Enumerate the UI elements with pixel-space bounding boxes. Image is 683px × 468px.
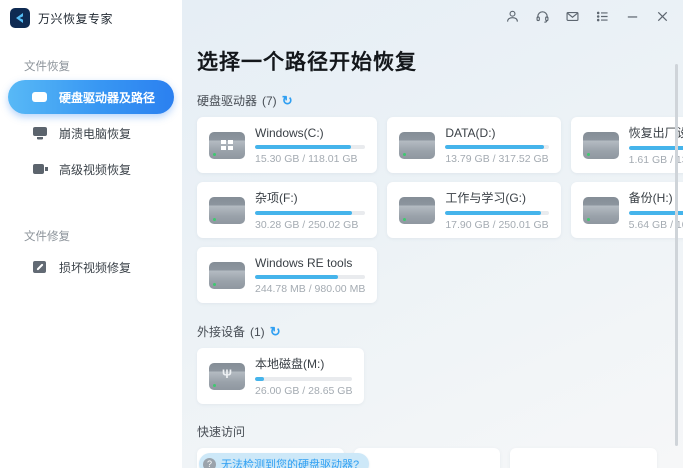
app-logo-icon xyxy=(10,8,30,28)
close-icon[interactable] xyxy=(654,8,671,25)
drive-card[interactable]: 工作与学习(G:) 17.90 GB / 250.01 GB xyxy=(387,182,560,238)
sidebar-item[interactable]: 硬盘驱动器及路径 xyxy=(8,80,174,114)
drive-name: 杂项(F:) xyxy=(255,189,365,206)
refresh-icon[interactable]: ↻ xyxy=(270,325,281,338)
drive-name: 本地磁盘(M:) xyxy=(255,355,352,372)
sidebar-item[interactable]: 高级视频恢复 xyxy=(8,152,174,186)
account-icon[interactable] xyxy=(504,8,521,25)
video-recovery-icon xyxy=(32,162,48,176)
drive-card[interactable]: Windows(C:) 15.30 GB / 118.01 GB xyxy=(197,117,377,173)
external-devices-count: (1) xyxy=(250,325,265,339)
drive-info: Windows RE tools 244.78 MB / 980.00 MB xyxy=(255,256,365,295)
drive-size: 13.79 GB / 317.52 GB xyxy=(445,153,548,165)
drive-name: 工作与学习(G:) xyxy=(445,189,548,206)
scrollbar-thumb[interactable] xyxy=(675,64,678,446)
drive-size: 244.78 MB / 980.00 MB xyxy=(255,283,365,295)
drive-card[interactable]: 恢复出厂设置(E:) 1.61 GB / 13.65 GB xyxy=(571,117,683,173)
drive-name: DATA(D:) xyxy=(445,126,548,140)
sidebar-item-label: 崩溃电脑恢复 xyxy=(59,125,131,142)
drive-usage-bar xyxy=(445,145,548,149)
drive-info: 杂项(F:) 30.28 GB / 250.02 GB xyxy=(255,189,365,231)
minimize-icon[interactable] xyxy=(624,8,641,25)
plain-drive-icon xyxy=(583,132,619,159)
main-panel: 选择一个路径开始恢复 硬盘驱动器 (7) ↻ Windows(C:) 15.30… xyxy=(182,0,683,468)
hard-drives-grid: Windows(C:) 15.30 GB / 118.01 GB DATA(D:… xyxy=(197,117,657,303)
sidebar: 万兴恢复专家 文件恢复 硬盘驱动器及路径 崩溃电脑恢复 高级视频恢复 文件修复 … xyxy=(0,0,182,468)
support-headset-icon[interactable] xyxy=(534,8,551,25)
crashed-computer-icon xyxy=(32,126,48,140)
sidebar-item[interactable]: 损坏视频修复 xyxy=(8,250,174,284)
menu-list-icon[interactable] xyxy=(594,8,611,25)
drive-usage-bar xyxy=(255,211,365,215)
sidebar-nav-repair: 损坏视频修复 xyxy=(0,250,182,284)
drive-usage-bar xyxy=(255,145,365,149)
video-repair-icon xyxy=(32,260,48,274)
drive-usage-bar xyxy=(255,275,365,279)
drive-usage-bar xyxy=(255,377,352,381)
plain-drive-icon xyxy=(209,197,245,224)
plain-drive-icon xyxy=(399,197,435,224)
sidebar-section-file-recovery: 文件恢复 xyxy=(0,58,182,74)
drive-info: 工作与学习(G:) 17.90 GB / 250.01 GB xyxy=(445,189,548,231)
hard-drives-label: 硬盘驱动器 xyxy=(197,92,257,109)
drive-size: 17.90 GB / 250.01 GB xyxy=(445,219,548,231)
hard-drive-icon xyxy=(32,90,48,104)
sidebar-nav-recovery: 硬盘驱动器及路径 崩溃电脑恢复 高级视频恢复 xyxy=(0,80,182,186)
sidebar-item[interactable]: 崩溃电脑恢复 xyxy=(8,116,174,150)
drive-usage-fill xyxy=(255,211,352,215)
quick-access-header: 快速访问 xyxy=(197,423,657,440)
plain-drive-icon xyxy=(583,197,619,224)
plain-drive-icon xyxy=(399,132,435,159)
drive-size: 15.30 GB / 118.01 GB xyxy=(255,153,365,165)
drive-usage-fill xyxy=(445,145,544,149)
external-devices-label: 外接设备 xyxy=(197,323,245,340)
drive-card[interactable]: DATA(D:) 13.79 GB / 317.52 GB xyxy=(387,117,560,173)
drive-size: 26.00 GB / 28.65 GB xyxy=(255,385,352,397)
drive-usage-bar xyxy=(445,211,548,215)
quick-access-label: 快速访问 xyxy=(197,423,245,440)
sidebar-section-file-repair: 文件修复 xyxy=(0,228,182,244)
logo-row: 万兴恢复专家 xyxy=(0,0,182,28)
feedback-mail-icon[interactable] xyxy=(564,8,581,25)
drive-size: 30.28 GB / 250.02 GB xyxy=(255,219,365,231)
drive-card[interactable]: Windows RE tools 244.78 MB / 980.00 MB xyxy=(197,247,377,303)
windows-drive-icon xyxy=(209,132,245,159)
drive-card[interactable]: 本地磁盘(M:) 26.00 GB / 28.65 GB xyxy=(197,348,364,404)
external-devices-header: 外接设备 (1) ↻ xyxy=(197,323,657,340)
refresh-icon[interactable]: ↻ xyxy=(282,94,293,107)
drive-info: 本地磁盘(M:) 26.00 GB / 28.65 GB xyxy=(255,355,352,397)
drive-not-detected-link[interactable]: ? 无法检测到您的硬盘驱动器? xyxy=(199,453,369,468)
external-devices-grid: 本地磁盘(M:) 26.00 GB / 28.65 GB xyxy=(197,348,657,404)
app-title: 万兴恢复专家 xyxy=(38,10,113,27)
drive-usage-fill xyxy=(255,377,264,381)
page-title: 选择一个路径开始恢复 xyxy=(197,46,657,76)
sidebar-item-label: 硬盘驱动器及路径 xyxy=(59,89,155,106)
sidebar-item-label: 高级视频恢复 xyxy=(59,161,131,178)
drive-card[interactable]: 杂项(F:) 30.28 GB / 250.02 GB xyxy=(197,182,377,238)
drive-name: Windows(C:) xyxy=(255,126,365,140)
quick-access-card[interactable]: 桌面 xyxy=(354,448,501,468)
drive-info: DATA(D:) 13.79 GB / 317.52 GB xyxy=(445,126,548,165)
hard-drives-count: (7) xyxy=(262,94,277,108)
quick-access-card[interactable]: 选择文件夹 xyxy=(510,448,657,468)
drive-usage-fill xyxy=(445,211,541,215)
quick-access-wrap: ? 无法检测到您的硬盘驱动器? 回收站 桌面 选择文件夹 xyxy=(197,448,657,468)
drive-usage-fill xyxy=(255,145,351,149)
usb-drive-icon xyxy=(209,363,245,390)
sidebar-item-label: 损坏视频修复 xyxy=(59,259,131,276)
drive-info: Windows(C:) 15.30 GB / 118.01 GB xyxy=(255,126,365,165)
drive-usage-fill xyxy=(255,275,338,279)
hard-drives-header: 硬盘驱动器 (7) ↻ xyxy=(197,92,657,109)
drive-card[interactable]: 备份(H:) 5.64 GB / 100.31 GB xyxy=(571,182,683,238)
titlebar-icons xyxy=(504,8,671,25)
plain-drive-icon xyxy=(209,262,245,289)
drive-name: Windows RE tools xyxy=(255,256,365,270)
question-mark-icon: ? xyxy=(203,458,216,468)
